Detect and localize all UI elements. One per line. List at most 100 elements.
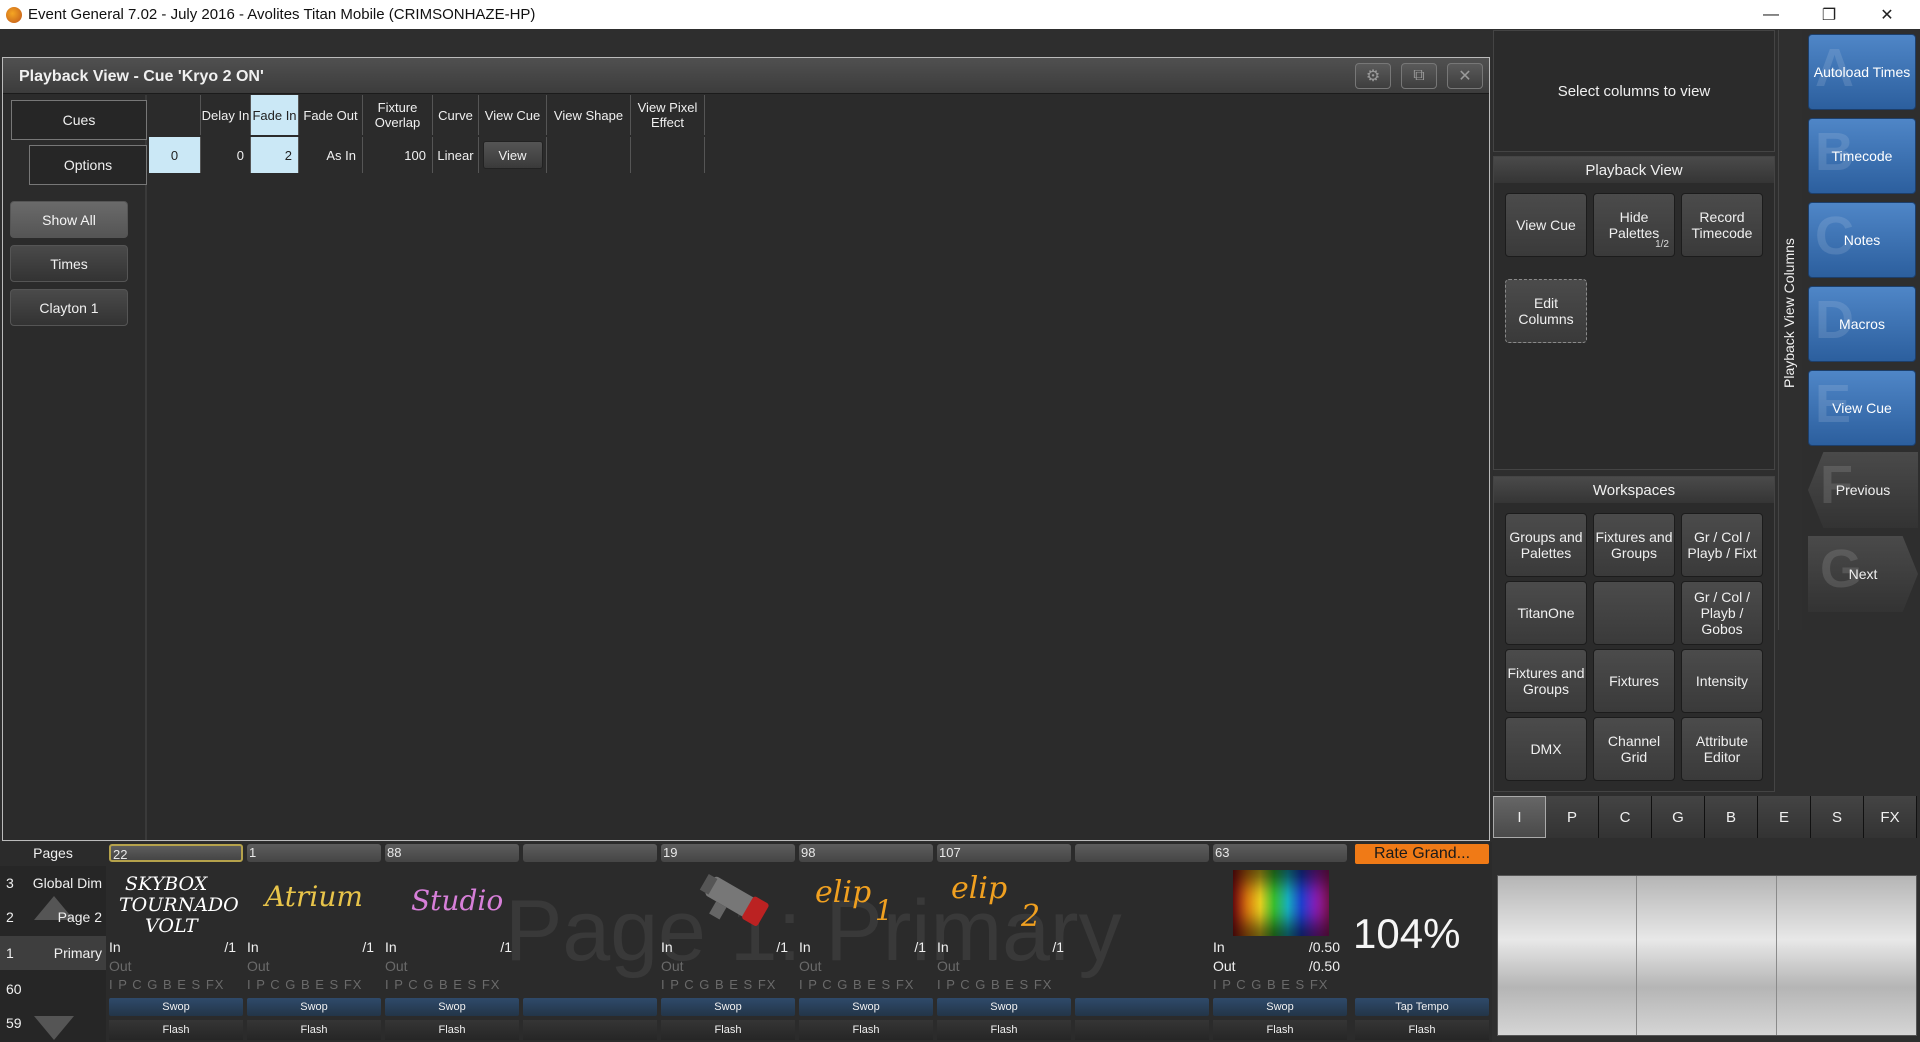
playback-slot[interactable]: 98 elip 1 In /1 Out I P C G B E S FX Swo… xyxy=(797,842,934,1042)
workspace-button[interactable]: Channel Grid xyxy=(1593,717,1675,781)
softkey-a-autoload-times[interactable]: A Autoload Times xyxy=(1808,34,1916,110)
page-item[interactable]: 60 xyxy=(0,972,106,1006)
cell-delay-in[interactable]: 0 xyxy=(201,137,251,173)
column-header-curve[interactable]: Curve xyxy=(433,95,479,135)
close-icon[interactable]: ✕ xyxy=(1858,0,1916,29)
flash-button[interactable] xyxy=(523,1020,657,1040)
page-item[interactable]: 2 Page 2 xyxy=(0,900,106,934)
column-header-view-shape[interactable]: View Shape xyxy=(547,95,631,135)
swop-button[interactable]: Swop xyxy=(799,998,933,1016)
swop-button[interactable]: Swop xyxy=(661,998,795,1016)
workspace-button[interactable]: Gr / Col / Playb / Gobos xyxy=(1681,581,1763,645)
playback-slot[interactable]: 19 In /1 Out I P C G B E S FX Swop Flash xyxy=(659,842,796,1042)
page-item-selected[interactable]: 1 Primary xyxy=(0,936,106,970)
rate-flash-button[interactable]: Flash xyxy=(1355,1020,1489,1040)
flash-button[interactable]: Flash xyxy=(247,1020,381,1040)
swop-button[interactable]: Swop xyxy=(385,998,519,1016)
swop-button[interactable]: Swop xyxy=(247,998,381,1016)
edit-columns-button[interactable]: Edit Columns xyxy=(1505,279,1587,343)
column-header-fade-out[interactable]: Fade Out xyxy=(299,95,363,135)
playback-slot-empty[interactable] xyxy=(521,842,658,1042)
column-header-fixture-overlap[interactable]: Fixture Overlap xyxy=(363,95,433,135)
rate-grand-master-button[interactable]: Rate Grand... xyxy=(1355,844,1489,864)
softkey-d-macros[interactable]: D Macros xyxy=(1808,286,1916,362)
cell-fixture-overlap[interactable]: 100 xyxy=(363,137,433,173)
flash-button[interactable]: Flash xyxy=(661,1020,795,1040)
filter-tab-g[interactable]: G xyxy=(1652,796,1705,838)
filter-tab-i[interactable]: I xyxy=(1493,796,1546,838)
cell-fade-out[interactable]: As In xyxy=(299,137,363,173)
clayton-1-button[interactable]: Clayton 1 xyxy=(10,289,128,326)
tap-tempo-button[interactable]: Tap Tempo xyxy=(1355,998,1489,1016)
workspace-button[interactable]: Fixtures xyxy=(1593,649,1675,713)
workspace-button[interactable]: DMX xyxy=(1505,717,1587,781)
playback-slot-empty[interactable] xyxy=(1073,842,1210,1042)
cell-view-pixel-effect[interactable] xyxy=(631,137,705,173)
filter-tab-fx[interactable]: FX xyxy=(1864,796,1917,838)
playback-slot[interactable]: 88 Studio In /1 Out I P C G B E S FX Swo… xyxy=(383,842,520,1042)
column-header-fade-in[interactable]: Fade In xyxy=(251,95,299,135)
filter-tab-s[interactable]: S xyxy=(1811,796,1864,838)
cell-curve[interactable]: Linear xyxy=(433,137,479,173)
softkey-c-notes[interactable]: C Notes xyxy=(1808,202,1916,278)
softkey-g-next[interactable]: G Next xyxy=(1808,536,1918,612)
view-cue-button[interactable]: View xyxy=(482,141,543,169)
page-item[interactable]: 3 Global Dim xyxy=(0,866,106,900)
hide-palettes-button[interactable]: Hide Palettes 1/2 xyxy=(1593,193,1675,257)
workspace-button[interactable]: Fixtures and Groups xyxy=(1593,513,1675,577)
record-timecode-button[interactable]: Record Timecode xyxy=(1681,193,1763,257)
playback-slot[interactable]: 1 Atrium In /1 Out I P C G B E S FX Swop… xyxy=(245,842,382,1042)
restore-icon[interactable]: ❐ xyxy=(1800,0,1858,29)
swop-button[interactable] xyxy=(1075,998,1209,1016)
cell-fade-in[interactable]: 2 xyxy=(251,137,299,173)
cell-cue[interactable]: 0 xyxy=(149,137,201,173)
filter-tab-p[interactable]: P xyxy=(1546,796,1599,838)
cell-view-shape[interactable] xyxy=(547,137,631,173)
playback-slot[interactable]: 22 SKYBOX TOURNADO VOLT In /1 Out I P C … xyxy=(107,842,244,1042)
settings-icon[interactable]: ⚙ xyxy=(1355,63,1391,89)
workspace-button[interactable]: Gr / Col / Playb / Fixt xyxy=(1681,513,1763,577)
flash-button[interactable]: Flash xyxy=(937,1020,1071,1040)
minimize-icon[interactable]: — xyxy=(1742,0,1800,29)
playback-slot[interactable]: 107 elip 2 In /1 Out I P C G B E S FX Sw… xyxy=(935,842,1072,1042)
times-button[interactable]: Times xyxy=(10,245,128,282)
softkey-e-view-cue[interactable]: E View Cue xyxy=(1808,370,1916,446)
flash-button[interactable]: Flash xyxy=(109,1020,243,1040)
workspace-button[interactable]: Attribute Editor xyxy=(1681,717,1763,781)
close-window-icon[interactable]: ✕ xyxy=(1447,63,1483,89)
swop-button[interactable]: Swop xyxy=(937,998,1071,1016)
flash-button[interactable]: Flash xyxy=(799,1020,933,1040)
table-row[interactable]: 0 0 2 As In 100 Linear View xyxy=(149,137,705,173)
column-header-view-pixel-effect[interactable]: View Pixel Effect xyxy=(631,95,705,135)
flash-button[interactable]: Flash xyxy=(1213,1020,1347,1040)
workspace-button-empty[interactable] xyxy=(1593,581,1675,645)
attribute-filter-tabs: I P C G B E S FX xyxy=(1493,796,1920,838)
tab-cues[interactable]: Cues xyxy=(11,100,147,140)
workspace-button[interactable]: TitanOne xyxy=(1505,581,1587,645)
swop-button[interactable]: Swop xyxy=(1213,998,1347,1016)
workspace-button[interactable]: Fixtures and Groups xyxy=(1505,649,1587,713)
swop-button[interactable] xyxy=(523,998,657,1016)
softkey-b-timecode[interactable]: B Timecode xyxy=(1808,118,1916,194)
playback-attribute-flags: I P C G B E S FX xyxy=(661,977,777,992)
swop-button[interactable]: Swop xyxy=(109,998,243,1016)
column-header-view-cue[interactable]: View Cue xyxy=(479,95,547,135)
column-header-cue[interactable] xyxy=(149,95,201,135)
flash-button[interactable]: Flash xyxy=(385,1020,519,1040)
filter-tab-b[interactable]: B xyxy=(1705,796,1758,838)
tab-options[interactable]: Options xyxy=(29,145,147,185)
filter-tab-c[interactable]: C xyxy=(1599,796,1652,838)
playback-slot[interactable]: 63 In /0.50 Out /0.50 I P C G B E S FX S… xyxy=(1211,842,1348,1042)
flash-button[interactable] xyxy=(1075,1020,1209,1040)
workspace-button[interactable]: Intensity xyxy=(1681,649,1763,713)
page-item[interactable]: 59 xyxy=(0,1006,106,1040)
filter-tab-e[interactable]: E xyxy=(1758,796,1811,838)
column-header-delay-in[interactable]: Delay In xyxy=(201,95,251,135)
show-all-button[interactable]: Show All xyxy=(10,201,128,238)
view-cue-toolbox-button[interactable]: View Cue xyxy=(1505,193,1587,257)
master-fader-area[interactable] xyxy=(1497,875,1917,1036)
softkey-f-previous[interactable]: F Previous xyxy=(1808,452,1918,528)
workspace-button[interactable]: Groups and Palettes xyxy=(1505,513,1587,577)
maximize-icon[interactable]: ⧉ xyxy=(1401,63,1437,89)
svg-text:VOLT: VOLT xyxy=(145,915,199,937)
